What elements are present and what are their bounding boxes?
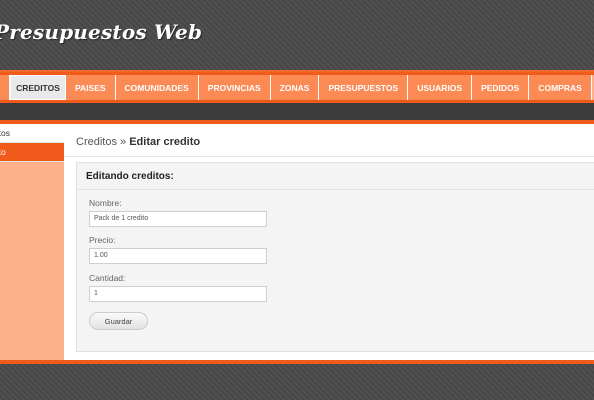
- guardar-button[interactable]: Guardar: [89, 312, 148, 330]
- precio-label: Precio:: [89, 235, 116, 245]
- nav-item-comunidades[interactable]: COMUNIDADES: [115, 75, 199, 100]
- edit-form-panel: Editando creditos: Nombre: Pack de 1 cre…: [76, 162, 594, 352]
- breadcrumb-current: Editar credito: [129, 136, 201, 148]
- divider: [77, 189, 594, 190]
- nav-spacer: [0, 75, 10, 100]
- nav-item-paises[interactable]: PAISES: [66, 75, 116, 100]
- breadcrumb: Creditos » Editar credito: [76, 136, 200, 148]
- nav-item-provincias[interactable]: PROVINCIAS: [198, 75, 271, 100]
- main-nav: CREDITOS PAISES COMUNIDADES PROVINCIAS Z…: [0, 75, 594, 100]
- nav-shadow-band: [0, 103, 594, 121]
- breadcrumb-parent-link[interactable]: Creditos: [76, 136, 117, 148]
- nav-item-zonas[interactable]: ZONAS: [270, 75, 320, 100]
- content-area: Creditos » Editar credito Editando credi…: [64, 124, 594, 360]
- sidebar-item-creditos[interactable]: ditos: [0, 124, 64, 143]
- cantidad-label: Cantidad:: [89, 273, 126, 283]
- main-nav-bar: CREDITOS PAISES COMUNIDADES PROVINCIAS Z…: [0, 70, 594, 103]
- sidebar-item-label: dito: [0, 147, 6, 157]
- nombre-field[interactable]: Pack de 1 credito: [89, 211, 267, 227]
- divider: [64, 156, 594, 157]
- footer-background: [0, 364, 594, 400]
- nombre-label: Nombre:: [89, 198, 122, 208]
- cantidad-field[interactable]: 1: [89, 286, 267, 302]
- precio-field[interactable]: 1.00: [89, 248, 267, 264]
- nav-item-pedidos[interactable]: PEDIDOS: [472, 75, 530, 100]
- sidebar: ditos dito: [0, 124, 64, 360]
- site-header: Presupuestos Web: [0, 0, 594, 70]
- nav-item-creditos[interactable]: CREDITOS: [10, 75, 66, 100]
- nav-item-compras[interactable]: COMPRAS: [529, 75, 592, 100]
- form-title: Editando creditos:: [86, 171, 174, 182]
- sidebar-item-editar-credito[interactable]: dito: [0, 143, 64, 162]
- nav-item-presupuestos[interactable]: PRESUPUESTOS: [319, 75, 409, 100]
- breadcrumb-separator: »: [120, 136, 127, 148]
- nav-item-usuarios[interactable]: USUARIOS: [408, 75, 473, 100]
- site-logo-title[interactable]: Presupuestos Web: [0, 20, 202, 44]
- main-area: ditos dito Creditos » Editar credito Edi…: [0, 120, 594, 364]
- sidebar-item-label: ditos: [0, 128, 10, 138]
